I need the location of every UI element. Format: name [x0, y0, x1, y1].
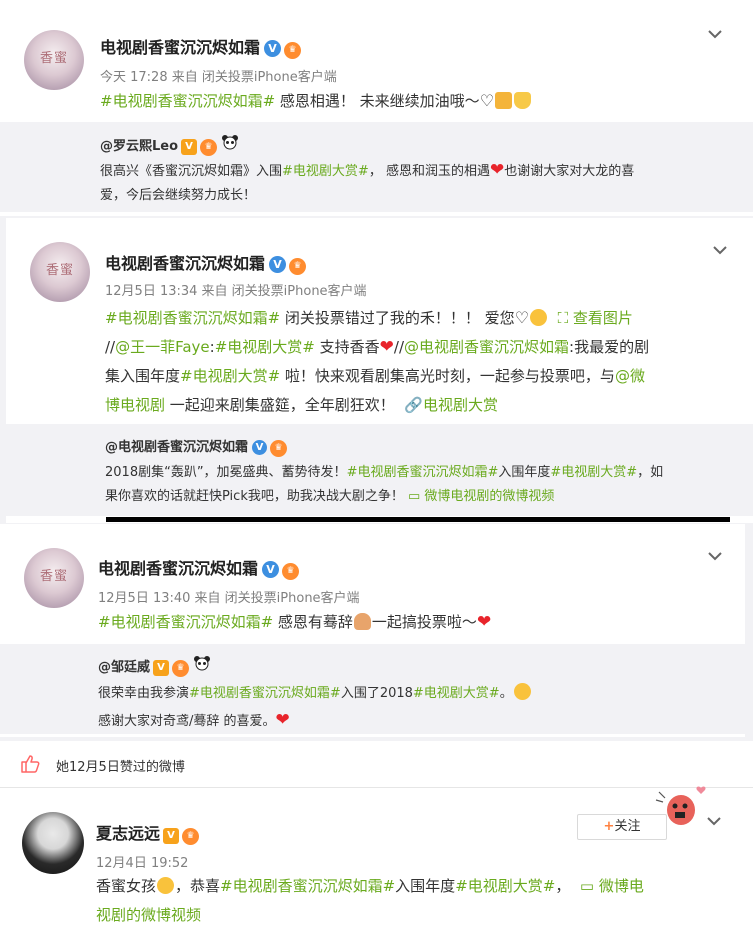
avatar[interactable] [22, 812, 84, 874]
repost-text: 2018剧集“轰趴”，加冕盛典、蓄势待发！#电视剧香蜜沉沉烬如霜#入围年度#电视… [105, 465, 664, 504]
post-text: #电视剧香蜜沉沉烬如霜# 感恩有蓦辞 一起搞投票啦～❤ [98, 612, 492, 632]
post-meta: 12月4日 19:52 [96, 856, 189, 871]
verified-icon: V [252, 440, 268, 455]
post-card-2: 香蜜 电视剧香蜜沉沉烬如霜 V ♛ 12月5日 13:34 来自 闭关投票iPhon… [6, 218, 753, 523]
topic-link[interactable]: 🔗电视剧大赏 [404, 396, 498, 414]
like-notice: 她12月5日赞过的微博 [0, 741, 753, 787]
hashtag-link[interactable]: #电视剧香蜜沉沉烬如霜# [189, 686, 341, 701]
hashtag-link[interactable]: #电视剧大赏# [215, 338, 315, 356]
link-icon: 🔗 [404, 396, 424, 414]
view-image-link[interactable]: ⛶ 查看图片 [558, 309, 633, 327]
panda-icon [221, 134, 239, 150]
shy-face-icon [157, 877, 175, 894]
member-badge-icon: ♛ [282, 563, 300, 580]
member-badge-icon: ♛ [289, 258, 307, 275]
image-icon: ⛶ [557, 309, 573, 327]
chevron-down-icon[interactable] [713, 245, 727, 255]
like-notice-text: 她12月5日赞过的微博 [56, 760, 185, 775]
repost-box[interactable]: @罗云熙Leo V ♛ 很高兴《香蜜沉沉烬如霜》入围#电视剧大赏#， 感恩和润玉的相… [0, 122, 753, 212]
post-meta: 今天 17:28 来自 闭关投票iPhone客户端 [100, 70, 337, 85]
member-badge-icon: ♛ [200, 139, 218, 156]
chevron-down-icon[interactable] [708, 551, 722, 561]
post-text: #电视剧香蜜沉沉烬如霜# 感恩相遇！ 未来继续加油哦～♡ [100, 87, 720, 115]
avatar[interactable]: 香蜜 [24, 30, 84, 90]
repost-author[interactable]: @罗云熙Leo V ♛ [100, 134, 239, 156]
hashtag-link[interactable]: #电视剧大赏# [455, 877, 555, 895]
sad-face-icon [530, 309, 548, 326]
heart-outline-icon: ♡ [514, 308, 530, 327]
mention-link[interactable]: @微 [615, 367, 645, 385]
mention-link[interactable]: @王一菲Faye [115, 338, 210, 356]
hashtag-link[interactable]: #电视剧香蜜沉沉烬如霜# [220, 877, 395, 895]
repost-author[interactable]: @邹廷威 V ♛ [98, 655, 211, 677]
repost-author[interactable]: @电视剧香蜜沉沉烬如霜 V ♛ [105, 436, 288, 457]
chevron-down-icon[interactable] [707, 816, 721, 826]
repost-text: 很荣幸由我参演#电视剧香蜜沉沉烬如霜#入围了2018#电视剧大赏#。 感谢大家对… [98, 680, 718, 735]
cheers-icon [495, 92, 513, 109]
heart-icon: ❤ [476, 612, 492, 632]
heart-icon: ❤ [489, 160, 505, 180]
post-meta: 12月5日 13:40 来自 闭关投票iPhone客户端 [98, 591, 360, 606]
hashtag-link[interactable]: #电视剧香蜜沉沉烬如霜# [347, 465, 499, 480]
bread-icon [353, 613, 371, 630]
verified-icon: V [269, 256, 287, 273]
video-link[interactable]: ▭ 微博电视剧的微博视频 [408, 489, 554, 504]
member-badge-icon: ♛ [172, 660, 190, 677]
repost-text: 很高兴《香蜜沉沉烬如霜》入围#电视剧大赏#， 感恩和润玉的相遇❤也谢谢大家对大龙… [100, 160, 635, 203]
heart-icon: ❤ [275, 710, 290, 730]
verified-orange-icon: V [153, 660, 170, 676]
panda-icon [193, 655, 211, 671]
hashtag-link[interactable]: #电视剧大赏# [282, 164, 369, 179]
verified-orange-icon: V [181, 139, 198, 155]
heart-icon: ❤ [379, 337, 394, 357]
post-meta: 12月5日 13:34 来自 闭关投票iPhone客户端 [105, 284, 367, 299]
author-name[interactable]: 夏志远远 V ♛ [96, 820, 200, 845]
mention-link[interactable]: 博电视剧 [105, 396, 165, 414]
video-icon: ▭ [579, 877, 599, 895]
mascot-decoration-icon [655, 786, 706, 825]
member-badge-icon: ♛ [284, 42, 302, 59]
author-name[interactable]: 电视剧香蜜沉沉烬如霜 V ♛ [100, 34, 302, 59]
hashtag-link[interactable]: #电视剧香蜜沉沉烬如霜# [98, 613, 273, 631]
verified-icon: V [264, 40, 282, 57]
shocked-face-icon [513, 683, 531, 700]
video-link-continued[interactable]: 视剧的微博视频 [96, 906, 201, 924]
hashtag-link[interactable]: #电视剧香蜜沉沉烬如霜# [100, 92, 275, 110]
repost-box[interactable]: @电视剧香蜜沉沉烬如霜 V ♛ 2018剧集“轰趴”，加冕盛典、蓄势待发！#电视剧香… [6, 424, 753, 516]
hashtag-link[interactable]: #电视剧大赏# [413, 686, 500, 701]
avatar[interactable]: 香蜜 [30, 242, 90, 302]
author-name[interactable]: 电视剧香蜜沉沉烬如霜 V ♛ [105, 250, 307, 275]
divider-bar [106, 517, 730, 522]
hashtag-link[interactable]: #电视剧大赏# [180, 367, 280, 385]
verified-orange-icon: V [163, 828, 180, 844]
pointing-hand-icon [514, 92, 532, 109]
member-badge-icon: ♛ [270, 440, 288, 457]
hashtag-link[interactable]: #电视剧香蜜沉沉烬如霜# [105, 309, 280, 327]
author-name[interactable]: 电视剧香蜜沉沉烬如霜 V ♛ [98, 555, 300, 580]
post-text: 香蜜女孩 ，恭喜#电视剧香蜜沉沉烬如霜#入围年度#电视剧大赏#， ▭ 微博电 视剧… [96, 877, 644, 924]
heart-outline-icon: ♡ [479, 91, 495, 110]
plus-icon: + [603, 819, 615, 834]
member-badge-icon: ♛ [182, 828, 200, 845]
video-link[interactable]: ▭ 微博电 [580, 877, 644, 895]
verified-icon: V [262, 561, 280, 578]
chevron-down-icon[interactable] [708, 29, 722, 39]
hashtag-link[interactable]: #电视剧大赏# [550, 465, 637, 480]
repost-box[interactable]: @邹廷威 V ♛ 很荣幸由我参演#电视剧香蜜沉沉烬如霜#入围了2018#电视剧大赏#… [0, 644, 745, 734]
avatar[interactable]: 香蜜 [24, 548, 84, 608]
thumbs-up-icon [21, 755, 40, 773]
mention-link[interactable]: @电视剧香蜜沉沉烬如霜 [404, 338, 569, 356]
post-card-3: 香蜜 电视剧香蜜沉沉烬如霜 V ♛ 12月5日 13:40 来自 闭关投票iPhon… [0, 524, 745, 737]
post-card-4: 夏志远远 V ♛ +关注 12月4日 19:52 香蜜女孩 ，恭喜#电视剧香蜜沉沉烬如… [0, 786, 753, 931]
video-icon: ▭ [407, 489, 425, 504]
post-text: #电视剧香蜜沉沉烬如霜# 闭关投票错过了我的禾！！！ 爱您♡ ⛶ 查看图片 //… [105, 308, 650, 414]
post-card-1: 香蜜 电视剧香蜜沉沉烬如霜 V ♛ 今天 17:28 来自 闭关投票iPhone客户… [0, 0, 753, 216]
